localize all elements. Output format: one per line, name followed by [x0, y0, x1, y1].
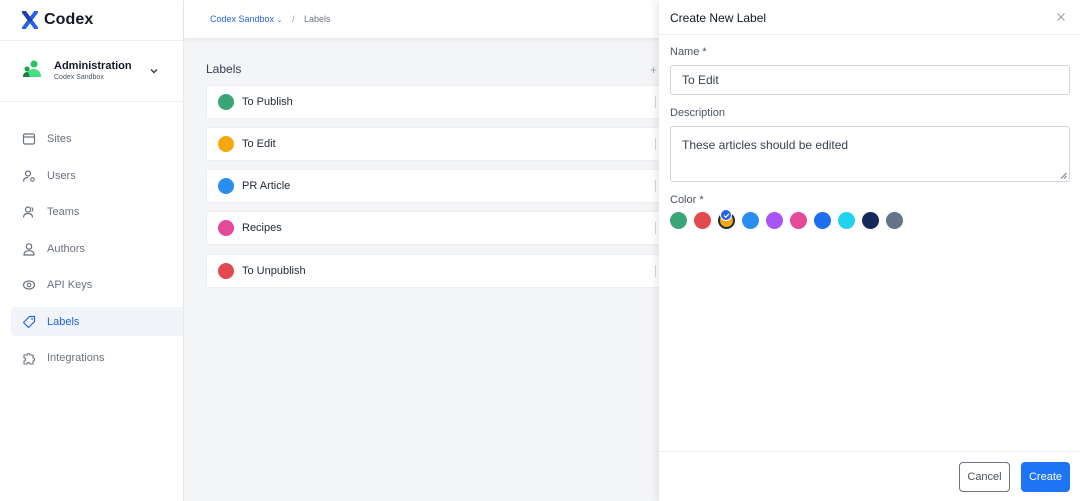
sidebar-item-teams[interactable]: Teams — [11, 197, 183, 226]
label-row[interactable]: To Edit — [206, 127, 660, 161]
label-name: To Publish — [242, 96, 293, 108]
label-color-dot — [218, 178, 234, 194]
sidebar-item-authors[interactable]: Authors — [11, 234, 183, 263]
person-icon — [23, 242, 35, 256]
label-row[interactable]: To Unpublish — [206, 254, 660, 288]
row-divider — [655, 265, 656, 277]
org-avatar-icon — [23, 60, 41, 77]
color-swatch-royal-blue[interactable] — [814, 212, 831, 229]
divider — [659, 34, 1080, 35]
resize-handle-icon[interactable] — [1060, 172, 1067, 179]
org-switcher[interactable]: Administration Codex Sandbox — [0, 40, 183, 102]
sidebar-item-api-keys[interactable]: API Keys — [11, 270, 183, 299]
cancel-button[interactable]: Cancel — [959, 462, 1010, 492]
color-swatch-cyan[interactable] — [838, 212, 855, 229]
api-icon — [22, 279, 36, 290]
logo[interactable]: Codex — [22, 9, 93, 31]
browser-icon — [22, 132, 36, 145]
sidebar-item-labels[interactable]: Labels — [11, 307, 183, 336]
app-name: Codex — [44, 11, 94, 28]
user-cog-icon — [22, 169, 35, 182]
label-name: PR Article — [242, 180, 291, 192]
row-divider — [655, 138, 656, 150]
puzzle-icon — [23, 352, 35, 365]
row-divider — [655, 180, 656, 192]
color-swatch-purple[interactable] — [766, 212, 783, 229]
label-color-dot — [218, 94, 234, 110]
codex-logo-icon — [22, 11, 38, 29]
label-color-dot — [218, 220, 234, 236]
breadcrumb-current: Labels — [304, 14, 331, 24]
sidebar-item-label: Integrations — [47, 351, 105, 364]
sidebar-item-label: Teams — [47, 205, 80, 218]
label-name: To Unpublish — [242, 265, 306, 277]
color-swatch-navy[interactable] — [862, 212, 879, 229]
color-swatch-green[interactable] — [670, 212, 687, 229]
org-subtitle: Codex Sandbox — [54, 74, 104, 81]
description-value: These articles should be edited — [682, 138, 849, 152]
label-color-dot — [218, 263, 234, 279]
top-bar: Codex Sandbox ⌄ / Labels — [184, 0, 660, 38]
close-icon[interactable] — [1056, 12, 1066, 22]
selected-check-icon — [720, 209, 732, 221]
team-icon — [22, 205, 34, 218]
color-swatch-slate[interactable] — [886, 212, 903, 229]
color-swatch-red[interactable] — [694, 212, 711, 229]
tag-icon — [22, 315, 36, 328]
row-divider — [655, 96, 656, 108]
color-swatch-blue[interactable] — [742, 212, 759, 229]
create-button[interactable]: Create — [1021, 462, 1070, 492]
page-title: Labels — [206, 62, 242, 76]
color-swatch-pink[interactable] — [790, 212, 807, 229]
label-name: Recipes — [242, 222, 282, 234]
sidebar-item-label: Users — [47, 169, 76, 182]
sidebar-item-label: Authors — [47, 242, 85, 255]
sidebar: Codex Administration Codex Sandbox Sites… — [0, 0, 184, 501]
description-field-label: Description — [670, 107, 726, 119]
label-row[interactable]: PR Article — [206, 169, 660, 203]
sidebar-item-label: Sites — [47, 132, 72, 145]
divider — [659, 451, 1080, 452]
sidebar-item-integrations[interactable]: Integrations — [11, 343, 183, 372]
label-color-dot — [218, 136, 234, 152]
sidebar-item-users[interactable]: Users — [11, 161, 183, 190]
name-field-label: Name * — [670, 46, 707, 58]
breadcrumb-workspace-label: Codex Sandbox — [210, 14, 275, 24]
chevron-down-icon: ⌄ — [276, 17, 283, 24]
breadcrumb-separator: / — [292, 14, 295, 24]
add-label-button[interactable]: + — [650, 64, 657, 76]
org-name: Administration — [54, 60, 132, 72]
row-divider — [655, 222, 656, 234]
panel-title: Create New Label — [670, 11, 767, 25]
color-field-label: Color * — [670, 194, 704, 206]
breadcrumb-workspace[interactable]: Codex Sandbox ⌄ — [210, 14, 282, 24]
sidebar-item-label: API Keys — [47, 278, 93, 291]
name-input[interactable]: To Edit — [670, 65, 1070, 95]
label-row[interactable]: To Publish — [206, 85, 660, 119]
create-label-panel: Create New Label Name * To Edit Descript… — [659, 0, 1080, 501]
label-name: To Edit — [242, 138, 276, 150]
description-textarea[interactable]: These articles should be edited — [670, 126, 1070, 182]
label-row[interactable]: Recipes — [206, 211, 660, 245]
sidebar-item-sites[interactable]: Sites — [11, 124, 183, 153]
sidebar-item-label: Labels — [47, 315, 80, 328]
chevron-down-icon[interactable] — [149, 66, 159, 76]
